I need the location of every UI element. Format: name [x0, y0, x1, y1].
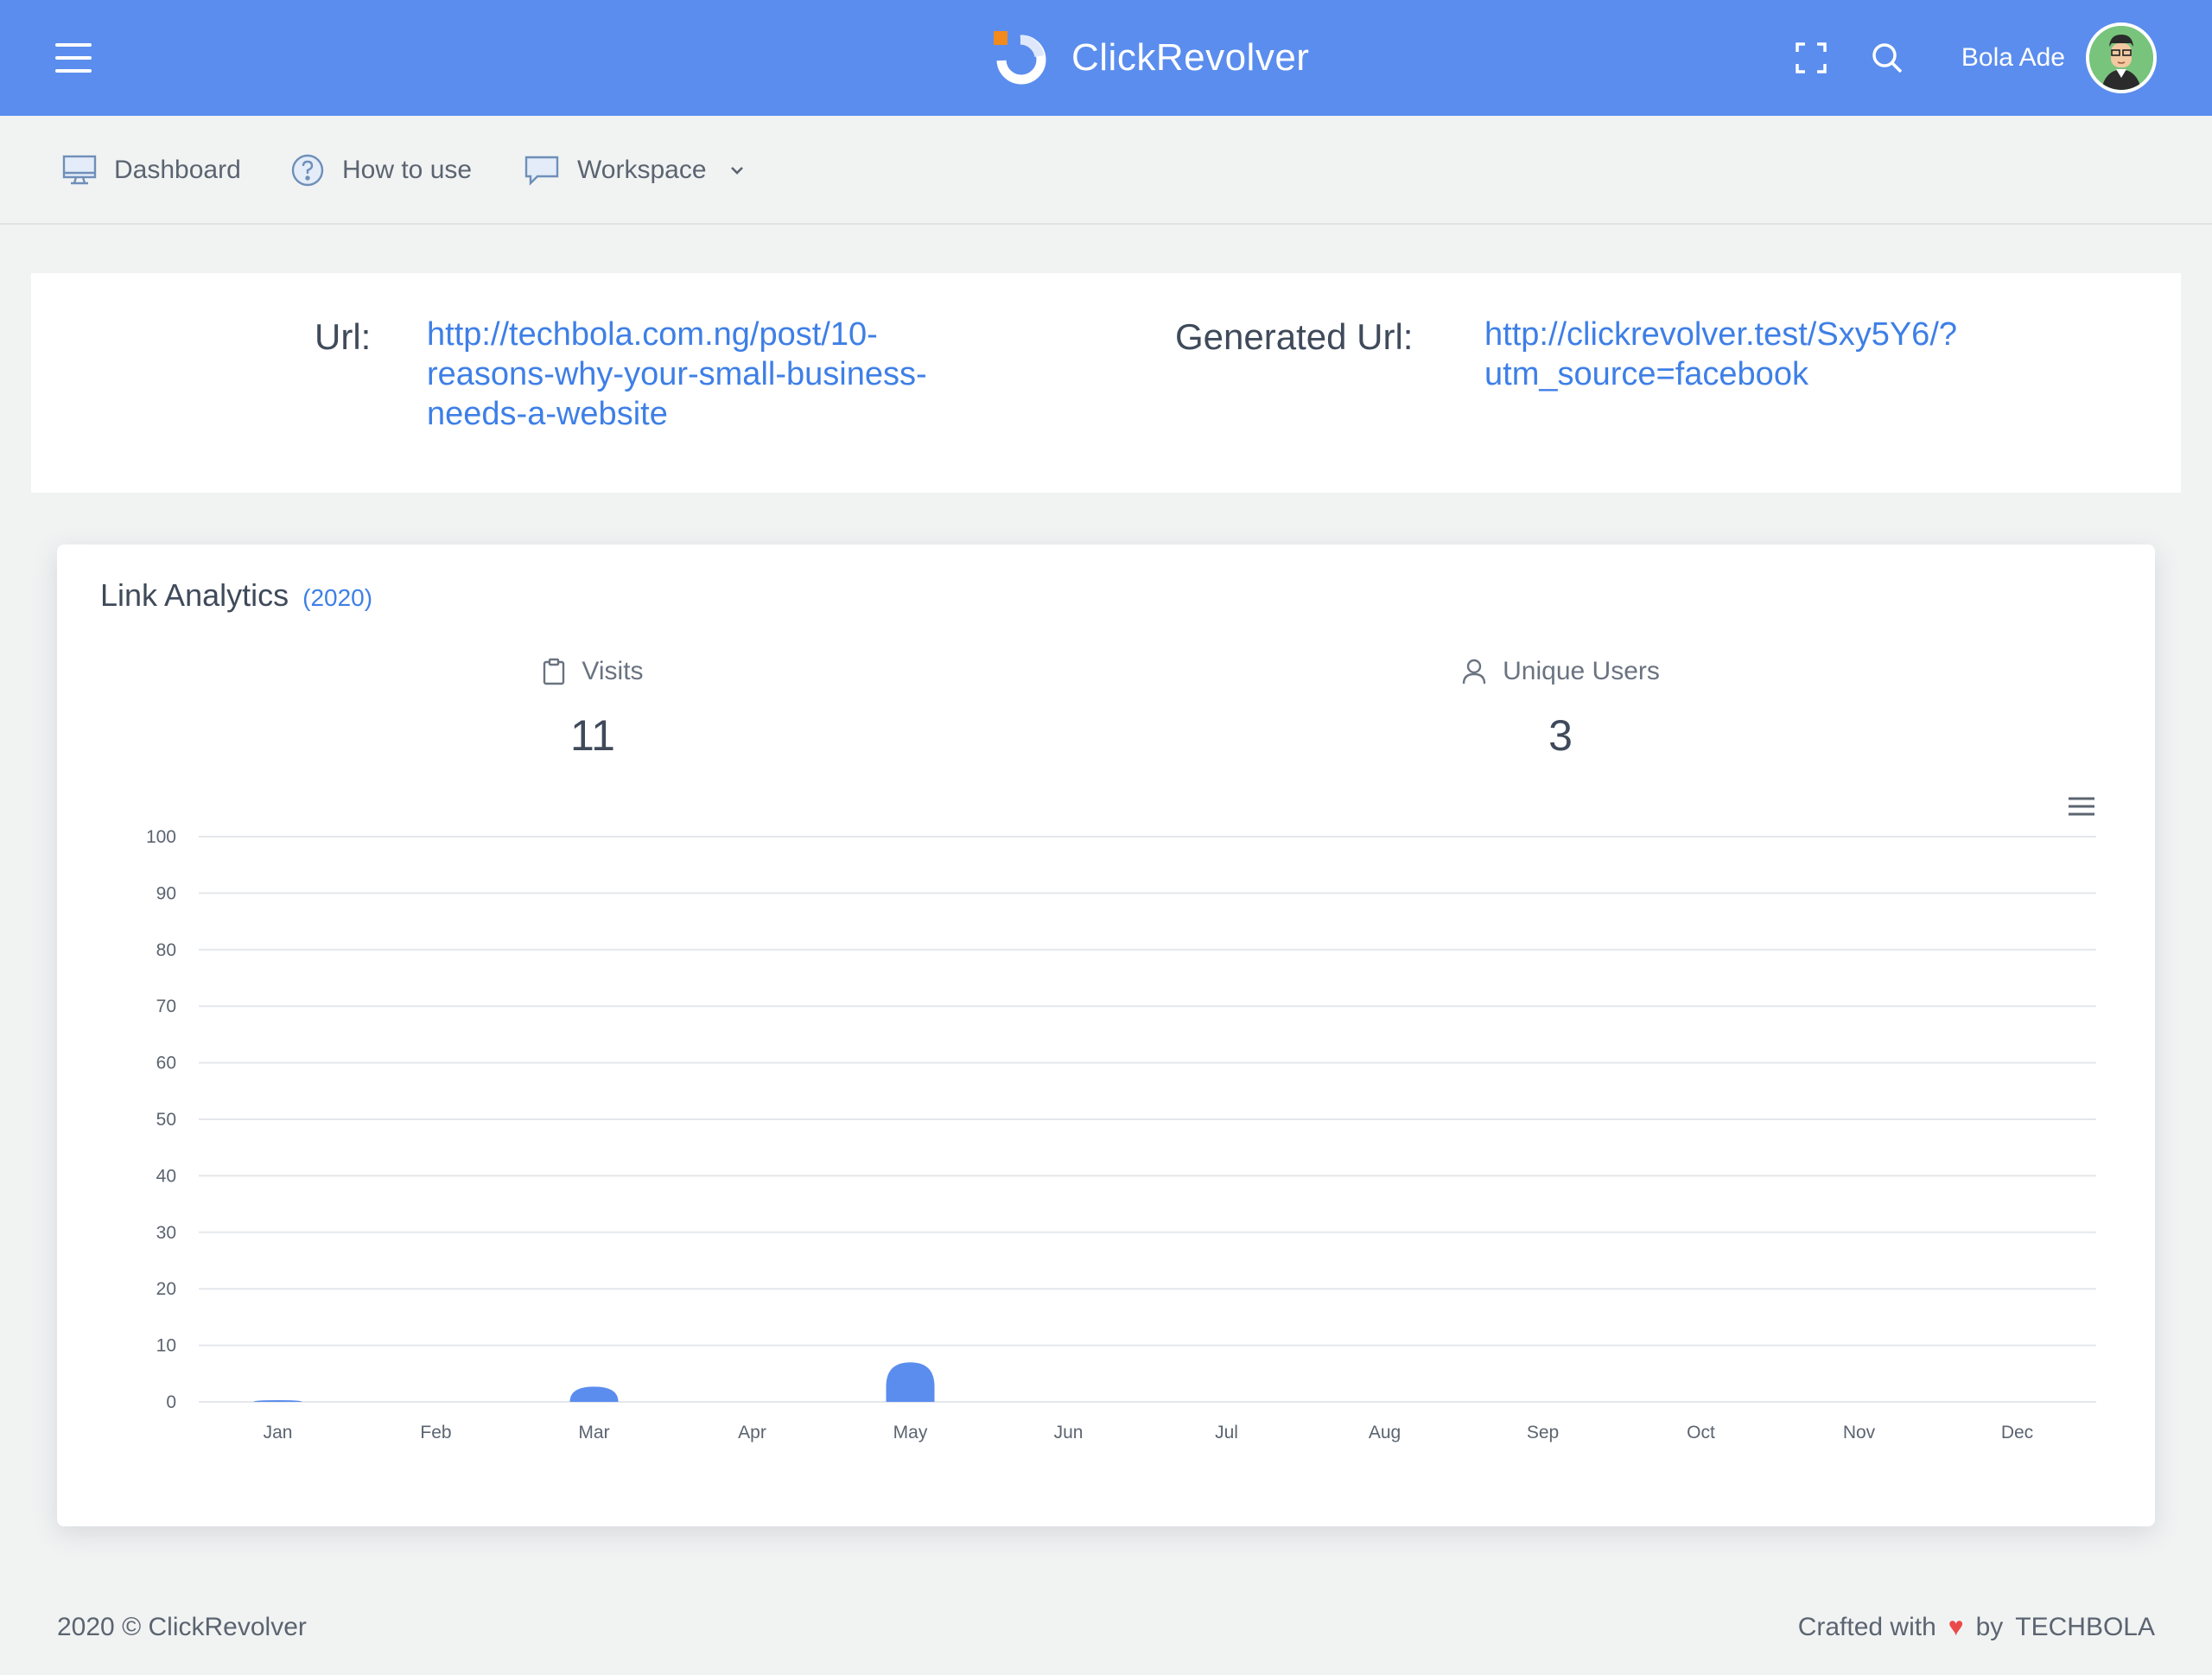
original-url-link[interactable]: http://techbola.com.ng/post/10- reasons-…	[427, 315, 1032, 434]
footer-by-text: by	[1975, 1613, 2004, 1641]
brand-name: ClickRevolver	[1071, 36, 1310, 79]
brand[interactable]: ClickRevolver	[990, 26, 1309, 90]
nav-label-workspace: Workspace	[577, 156, 707, 184]
footer-author[interactable]: TECHBOLA	[2015, 1613, 2155, 1642]
bar-mar[interactable]	[569, 1386, 619, 1402]
y-tick-label: 80	[156, 940, 176, 960]
y-tick-label: 50	[156, 1110, 176, 1130]
chat-bubble-icon	[524, 156, 559, 186]
y-tick-label: 100	[146, 827, 176, 847]
url-label: Url:	[315, 316, 372, 357]
x-tick-label: Jul	[1215, 1423, 1238, 1443]
nav-item-how-to-use[interactable]: How to use	[290, 150, 472, 190]
nav-bar: Dashboard How to use Workspace	[0, 116, 2212, 225]
x-tick-label: Aug	[1369, 1423, 1401, 1443]
clickrevolver-logo-icon	[990, 28, 1051, 88]
y-tick-label: 70	[156, 997, 176, 1016]
original-url-line: http://techbola.com.ng/post/10-	[427, 316, 878, 353]
hamburger-menu-icon[interactable]	[55, 43, 92, 73]
user-avatar[interactable]	[2086, 22, 2157, 93]
x-tick-label: Jun	[1054, 1423, 1084, 1443]
x-tick-label: Mar	[578, 1423, 609, 1443]
nav-item-dashboard[interactable]: Dashboard	[62, 150, 241, 190]
nav-label-dashboard: Dashboard	[114, 156, 241, 184]
y-tick-label: 0	[166, 1392, 176, 1412]
x-tick-label: Nov	[1843, 1423, 1876, 1443]
original-url-line: reasons-why-your-small-business-	[427, 356, 927, 392]
x-tick-label: Apr	[738, 1423, 766, 1443]
x-tick-label: Sep	[1527, 1423, 1559, 1443]
question-circle-icon	[291, 154, 324, 187]
y-tick-label: 10	[156, 1336, 176, 1356]
x-tick-label: Feb	[420, 1423, 451, 1443]
footer-crafted-text: Crafted with	[1797, 1613, 1936, 1641]
generated-url-link[interactable]: http://clickrevolver.test/Sxy5Y6/? utm_s…	[1484, 315, 2107, 394]
generated-url-line: utm_source=facebook	[1484, 356, 1808, 392]
chevron-down-icon	[730, 167, 743, 175]
monitor-icon	[62, 155, 97, 185]
x-tick-label: Dec	[2001, 1423, 2033, 1443]
generated-url-line: http://clickrevolver.test/Sxy5Y6/?	[1484, 316, 1958, 353]
bar-may[interactable]	[886, 1362, 935, 1402]
y-tick-label: 30	[156, 1223, 176, 1243]
top-bar: ClickRevolver Bola Ade	[0, 0, 2212, 116]
y-tick-label: 20	[156, 1279, 176, 1299]
nav-label-how-to-use: How to use	[342, 156, 473, 184]
footer-credit: Crafted with ♥ by TECHBOLA	[1798, 1613, 2155, 1642]
search-icon[interactable]	[1866, 37, 1908, 79]
heart-icon: ♥	[1948, 1613, 1964, 1641]
original-url-line: needs-a-website	[427, 396, 668, 432]
y-tick-label: 90	[156, 883, 176, 903]
footer-copyright: 2020 © ClickRevolver	[57, 1613, 307, 1641]
x-tick-label: Oct	[1687, 1423, 1715, 1443]
x-tick-label: Jan	[264, 1423, 293, 1443]
visits-chart: 0 10 20 30 40 50 60 70 80 90 100 Jan Feb Mar Apr May Jun…	[57, 545, 2155, 1526]
y-tick-label: 40	[156, 1166, 176, 1186]
x-tick-label: May	[893, 1423, 928, 1443]
analytics-card: Link Analytics (2020) Visits 11 Unique U…	[57, 545, 2155, 1526]
bar-jan[interactable]	[253, 1400, 302, 1402]
user-name[interactable]: Bola Ade	[1961, 43, 2065, 73]
fullscreen-icon[interactable]	[1790, 37, 1832, 79]
y-tick-label: 60	[156, 1054, 176, 1073]
generated-url-label: Generated Url:	[1175, 316, 1414, 357]
nav-item-workspace[interactable]: Workspace	[524, 150, 747, 190]
url-card: Url: http://techbola.com.ng/post/10- rea…	[31, 273, 2181, 493]
